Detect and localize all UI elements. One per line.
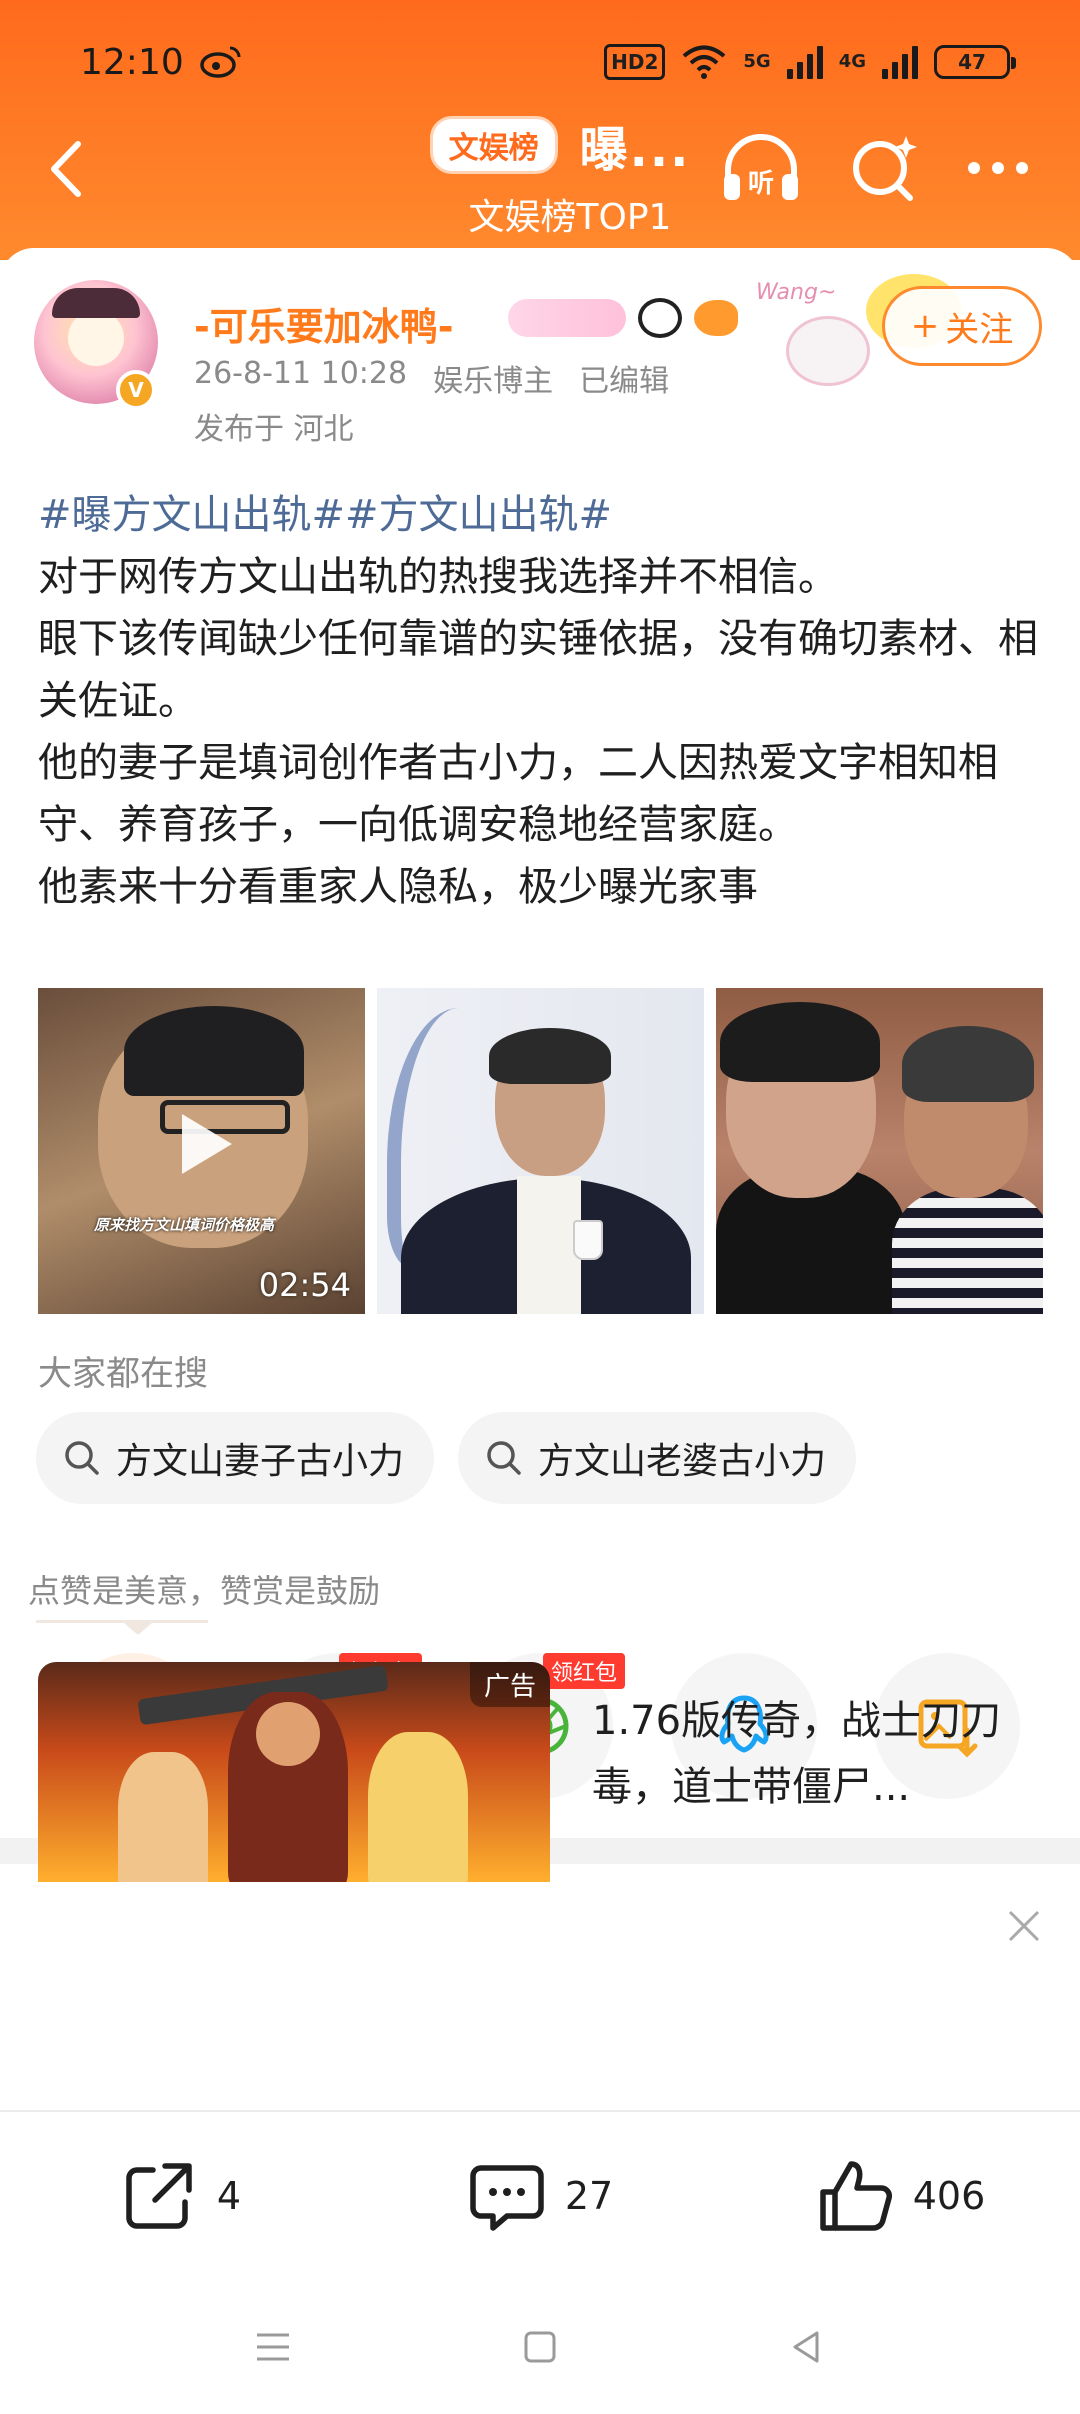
search-chip-label: 方文山妻子古小力 [116,1441,405,1482]
system-nav-bar [0,2280,1080,2414]
share-icon [126,2163,192,2229]
author-badges [508,298,738,338]
divider [36,1620,208,1623]
divider-arrow [124,1623,152,1635]
more-button[interactable] [958,150,1038,186]
signal-icon [786,45,823,79]
search-chip[interactable]: 方文山妻子古小力 [36,1412,435,1504]
reward-hint: 点赞是美意，赞赏是鼓励 [28,1572,381,1610]
author-name[interactable]: -可乐要加冰鸭- [194,296,454,351]
search-chip[interactable]: 方文山老婆古小力 [458,1412,857,1504]
searches-title: 大家都在搜 [38,1354,208,1394]
weibo-icon [200,46,241,78]
home-icon[interactable] [516,2323,564,2371]
panda-icon [638,298,682,338]
5g-label: 5G [743,51,771,72]
video-duration: 02:54 [258,1266,351,1304]
bottom-action-bar: 4 27 406 [0,2110,1080,2280]
post-image[interactable] [716,988,1043,1314]
post-paragraph: 他素来十分看重家人隐私，极少曝光家事 [38,864,758,910]
comment-button[interactable]: 27 [360,2156,720,2236]
close-icon[interactable] [1004,1906,1044,1946]
back-nav-icon[interactable] [783,2323,831,2371]
post-body: #曝方文山出轨##方文山出轨# 对于网传方文山出轨的热搜我选择并不相信。 眼下该… [38,484,1048,918]
page-title: 曝... [579,122,691,178]
play-icon [182,1114,232,1174]
post-paragraph: 他的妻子是填词创作者古小力，二人因热爱文字相知相守、养育孩子，一向低调安稳地经营… [38,740,998,848]
ad-text[interactable]: 1.76版传奇，战士刀刀毒，道士带僵尸... [592,1688,1012,1820]
post-image[interactable] [377,988,704,1314]
red-packet-tag: 领红包 [542,1653,625,1689]
search-icon [65,1441,99,1475]
post-date: 26-8-11 10:28 [194,356,408,391]
listen-icon[interactable]: 听 [718,130,804,206]
vip-badge-icon [508,299,626,337]
post-meta: 26-8-11 10:28 娱乐博主 已编辑 [194,356,669,400]
plus-icon: + [910,306,940,346]
header: 12:10 HD2 5G 4G 47 文娱榜 曝... 文娱榜TOP1 听 [0,0,1080,260]
menu-icon[interactable] [249,2323,297,2371]
decoration-text: Wang~ [756,280,837,305]
edited-label: 已编辑 [579,364,670,399]
post-location: 发布于 河北 [194,412,354,447]
signal-icon-2 [882,45,918,79]
verified-badge: V [116,370,156,410]
search-chips: 方文山妻子古小力 方文山老婆古小力 [36,1412,857,1504]
comment-icon [470,2165,544,2231]
search-chip-label: 方文山老婆古小力 [538,1441,827,1482]
svg-text:听: 听 [748,169,774,199]
repost-count: 4 [216,2174,242,2218]
battery-icon: 47 [934,45,1016,79]
ad-label: 广告 [469,1662,550,1707]
ad-image[interactable]: 广告 [38,1662,550,1882]
search-icon[interactable] [848,132,920,204]
hd-icon: HD2 [604,44,666,80]
post-paragraph: 眼下该传闻缺少任何靠谱的实锤依据，没有确切素材、相关佐证。 [38,616,1038,724]
post-paragraph: 对于网传方文山出轨的热搜我选择并不相信。 [38,554,838,600]
follow-button[interactable]: + 关注 [882,286,1042,366]
repost-button[interactable]: 4 [0,2156,360,2236]
comment-count: 27 [564,2174,614,2218]
follow-label: 关注 [945,309,1014,350]
4g-label: 4G [838,51,866,72]
thumbs-up-icon [819,2161,892,2231]
status-time: 12:10 [80,42,184,83]
status-icons: HD2 5G 4G 47 [604,44,1016,80]
post-images: 原来找方文山填词价格极高 02:54 [38,988,1044,1314]
video-caption: 原来找方文山填词价格极高 [94,1216,275,1234]
wifi-icon [683,45,726,79]
search-icon [487,1441,521,1475]
video-thumbnail[interactable]: 原来找方文山填词价格极高 02:54 [38,988,365,1314]
rank-badge: 文娱榜 [429,116,558,174]
hashtag-link[interactable]: #曝方文山出轨##方文山出轨# [38,484,1048,546]
author-tag: 娱乐博主 [433,364,554,399]
like-count: 406 [912,2174,986,2218]
like-button[interactable]: 406 [720,2156,1080,2236]
fish-icon [694,300,738,336]
